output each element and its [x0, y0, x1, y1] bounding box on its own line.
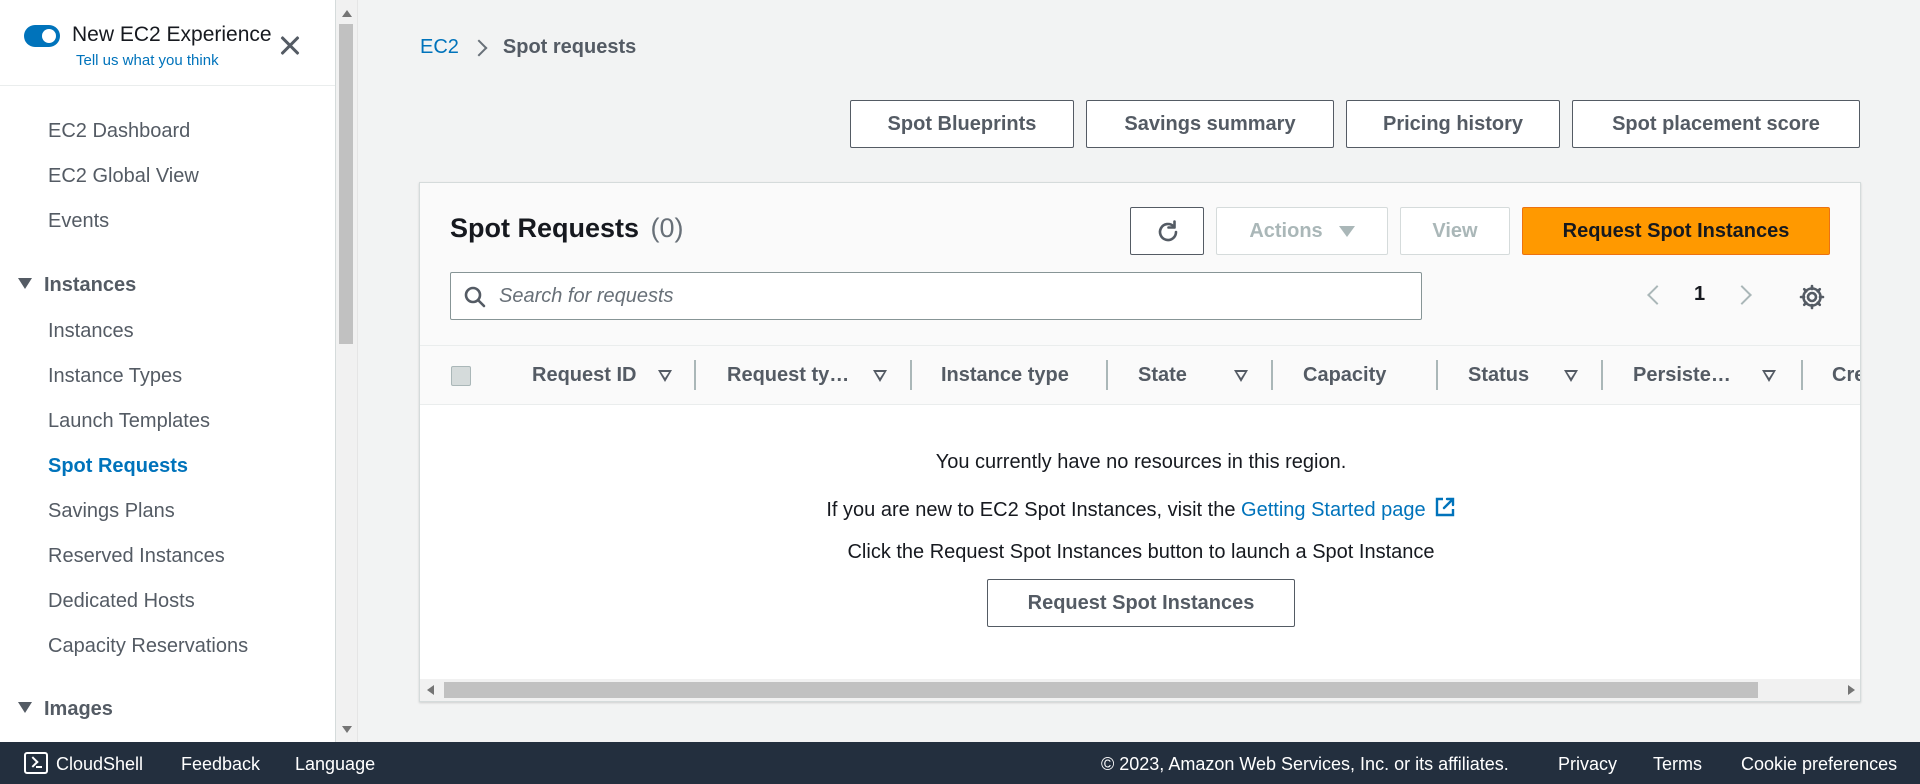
cookie-preferences-link[interactable]: Cookie preferences [1741, 754, 1897, 775]
sidebar-item-dedicated-hosts[interactable]: Dedicated Hosts [48, 590, 195, 613]
column-header-status[interactable]: Status [1468, 364, 1529, 387]
caret-down-icon [18, 702, 32, 713]
sidebar-section-instances[interactable]: Instances [18, 274, 136, 297]
column-header-created[interactable]: Cre [1832, 364, 1860, 387]
refresh-button[interactable] [1130, 207, 1204, 255]
column-header-request-type[interactable]: Request ty… [727, 364, 849, 387]
view-button[interactable]: View [1400, 207, 1510, 255]
column-divider[interactable] [1601, 360, 1603, 390]
empty-state-message: You currently have no resources in this … [935, 451, 1347, 473]
sort-icon[interactable] [873, 370, 887, 382]
table-header: Request ID Request ty… Instance type Sta… [420, 345, 1860, 405]
empty-state-instructions: Click the Request Spot Instances button … [847, 541, 1435, 563]
refresh-icon [1158, 220, 1178, 242]
column-header-persistence[interactable]: Persiste… [1633, 364, 1731, 387]
spot-placement-score-button[interactable]: Spot placement score [1572, 100, 1860, 148]
pagination: 1 [1647, 283, 1753, 306]
sidebar-item-instances[interactable]: Instances [48, 320, 134, 343]
footer: CloudShell Feedback Language © 2023, Ama… [0, 742, 1920, 784]
sidebar-item-launch-templates[interactable]: Launch Templates [48, 410, 210, 433]
section-label: Instances [44, 274, 137, 296]
empty-state-getting-started: If you are new to EC2 Spot Instances, vi… [420, 496, 1860, 522]
column-header-request-id[interactable]: Request ID [532, 364, 636, 387]
column-divider[interactable] [1436, 360, 1438, 390]
column-header-instance-type[interactable]: Instance type [941, 364, 1069, 387]
search-input[interactable] [499, 281, 1399, 311]
cloudshell-icon[interactable] [24, 752, 48, 774]
sidebar-scrollbar[interactable] [336, 0, 358, 742]
cloudshell-link[interactable]: CloudShell [56, 754, 143, 775]
experience-title: New EC2 Experience [72, 23, 272, 46]
savings-summary-button[interactable]: Savings summary [1086, 100, 1334, 148]
column-header-state[interactable]: State [1138, 364, 1187, 387]
column-header-capacity[interactable]: Capacity [1303, 364, 1386, 387]
pricing-history-button[interactable]: Pricing history [1346, 100, 1560, 148]
table-horizontal-scrollbar[interactable] [420, 679, 1860, 701]
column-divider[interactable] [1271, 360, 1273, 390]
page-number[interactable]: 1 [1694, 283, 1705, 306]
sidebar-item-ec2-global-view[interactable]: EC2 Global View [48, 165, 199, 188]
sidebar-item-reserved-instances[interactable]: Reserved Instances [48, 545, 225, 568]
panel-count: (0) [650, 213, 684, 243]
close-icon[interactable] [276, 30, 308, 62]
caret-down-icon [1338, 225, 1355, 237]
actions-dropdown[interactable]: Actions [1216, 207, 1388, 255]
chevron-left-icon[interactable] [1647, 284, 1667, 305]
breadcrumb-current: Spot requests [502, 36, 637, 58]
chevron-right-icon[interactable] [1732, 284, 1753, 305]
sidebar-item-savings-plans[interactable]: Savings Plans [48, 500, 175, 523]
gear-icon[interactable] [1798, 283, 1826, 311]
actions-label: Actions [1249, 219, 1323, 242]
sidebar-item-ec2-dashboard[interactable]: EC2 Dashboard [48, 120, 190, 143]
language-selector[interactable]: Language [295, 754, 375, 775]
getting-started-link[interactable]: Getting Started page [1241, 497, 1456, 521]
scroll-up-arrow-icon[interactable] [342, 10, 352, 17]
sidebar-section-images[interactable]: Images [18, 698, 113, 721]
copyright-text: © 2023, Amazon Web Services, Inc. or its… [1101, 754, 1509, 774]
sort-icon[interactable] [1762, 370, 1776, 382]
scrollbar-thumb[interactable] [339, 24, 353, 344]
search-box [450, 272, 1422, 320]
column-divider[interactable] [1106, 360, 1108, 390]
breadcrumb: EC2 Spot requests [420, 36, 636, 59]
select-all-checkbox[interactable] [451, 366, 471, 386]
scrollbar-thumb[interactable] [444, 682, 1758, 698]
scroll-down-arrow-icon[interactable] [342, 726, 352, 733]
section-label: Images [44, 698, 113, 720]
chevron-right-icon [470, 39, 488, 56]
feedback-link[interactable]: Tell us what you think [76, 52, 219, 69]
scroll-right-arrow-icon[interactable] [1848, 685, 1855, 695]
sort-icon[interactable] [1234, 370, 1248, 382]
terms-link[interactable]: Terms [1653, 754, 1702, 775]
panel-title: Spot Requests (0) [450, 213, 684, 244]
sort-icon[interactable] [1564, 370, 1578, 382]
search-icon [464, 286, 486, 308]
column-divider[interactable] [694, 360, 696, 390]
sidebar-header: New EC2 Experience Tell us what you thin… [0, 0, 335, 86]
feedback-link[interactable]: Feedback [181, 754, 260, 775]
external-link-icon [1435, 497, 1454, 517]
sort-icon[interactable] [658, 370, 672, 382]
scroll-left-arrow-icon[interactable] [427, 685, 434, 695]
getting-started-link-text: Getting Started page [1241, 499, 1426, 521]
sidebar-item-capacity-reservations[interactable]: Capacity Reservations [48, 635, 248, 658]
sidebar-item-spot-requests[interactable]: Spot Requests [48, 455, 188, 478]
empty-state-text: If you are new to EC2 Spot Instances, vi… [826, 499, 1236, 521]
column-divider[interactable] [1801, 360, 1803, 390]
new-experience-toggle[interactable] [24, 25, 60, 47]
caret-down-icon [18, 278, 32, 289]
request-spot-instances-button[interactable]: Request Spot Instances [1522, 207, 1830, 255]
spot-requests-panel: Spot Requests (0) Actions View Request S… [419, 182, 1861, 702]
sidebar: New EC2 Experience Tell us what you thin… [0, 0, 336, 742]
column-divider[interactable] [910, 360, 912, 390]
empty-state-request-button[interactable]: Request Spot Instances [987, 579, 1295, 627]
sidebar-item-events[interactable]: Events [48, 210, 109, 233]
privacy-link[interactable]: Privacy [1558, 754, 1617, 775]
sidebar-item-instance-types[interactable]: Instance Types [48, 365, 182, 388]
spot-blueprints-button[interactable]: Spot Blueprints [850, 100, 1074, 148]
panel-title-text: Spot Requests [450, 213, 640, 243]
breadcrumb-ec2[interactable]: EC2 [420, 36, 459, 59]
